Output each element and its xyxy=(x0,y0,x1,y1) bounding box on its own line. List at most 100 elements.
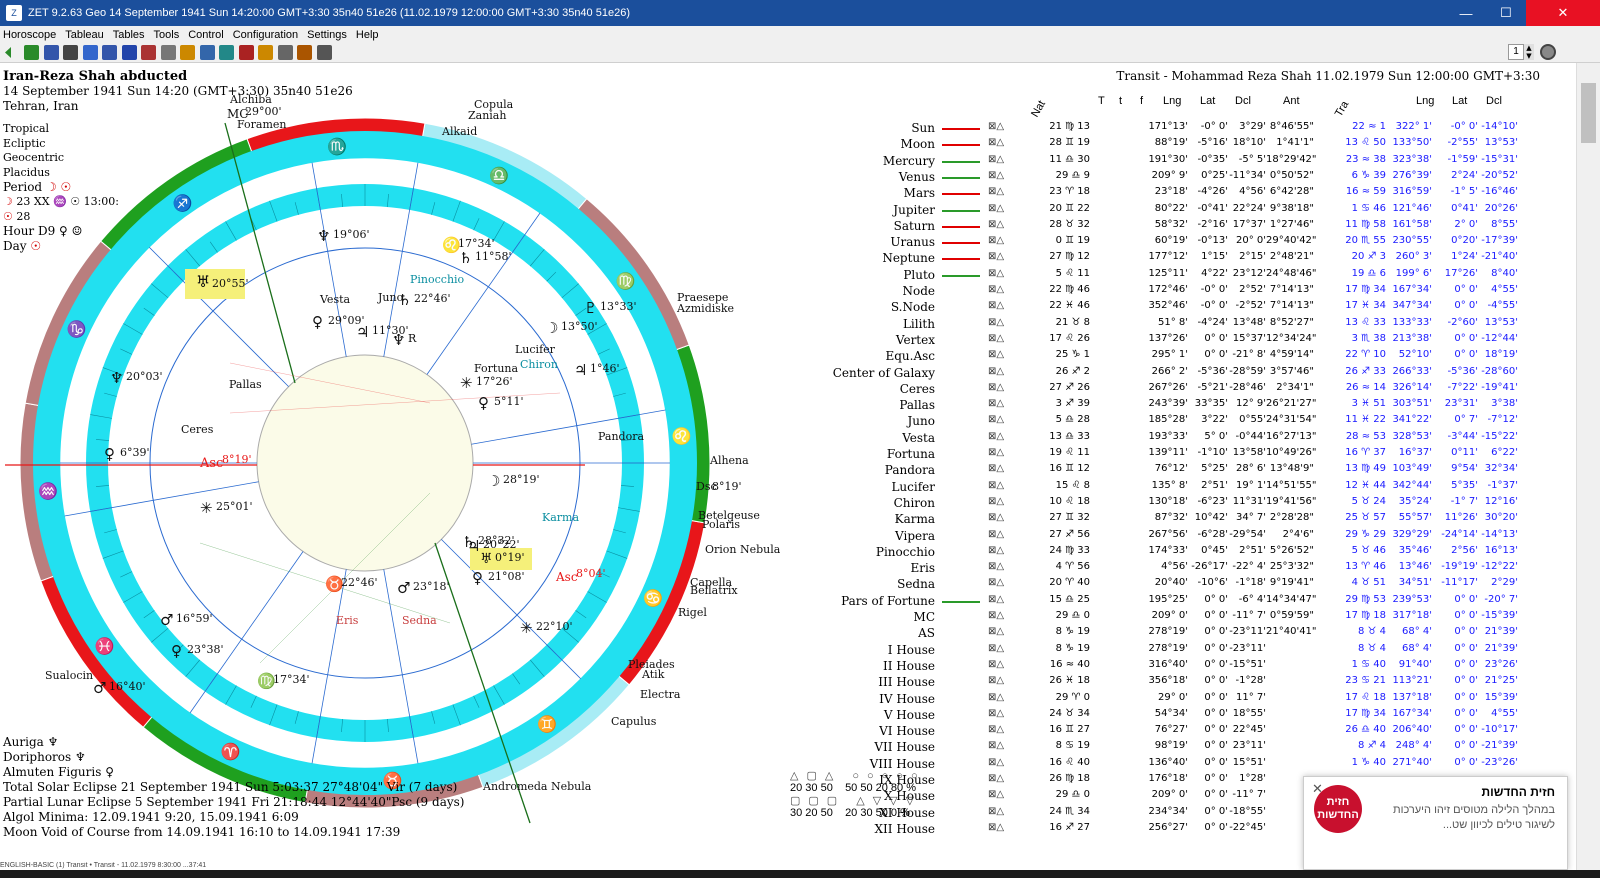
table-row[interactable]: II House ⊠△ 16 ≈ 40 316°40' 0° 0' -15°51' 1 ♋ … xyxy=(0,659,1576,675)
table-row[interactable]: Eris ⊠△ 4 ♈ 56 4°56' -26°17' -22° 4' 25°3'32" 1… xyxy=(0,561,1576,577)
menu-horoscope[interactable]: Horoscope xyxy=(0,29,62,41)
toolbar-button[interactable] xyxy=(316,45,332,60)
menu-help[interactable]: Help xyxy=(353,29,385,41)
point-name: Mars xyxy=(903,186,935,201)
natal-dcl: -0°44' xyxy=(1235,430,1266,442)
table-row[interactable]: Uranus ⊠△ 0 ♊ 19 60°19' -0°13' 20° 0' 29°40'42… xyxy=(0,235,1576,251)
spin-up-icon[interactable]: ▲ xyxy=(1524,44,1534,52)
table-row[interactable]: Ceres ⊠△ 27 ♐ 26 267°26' -5°21' -28°46' 2°34'1… xyxy=(0,382,1576,398)
menu-tableau[interactable]: Tableau xyxy=(62,29,110,41)
natal-position: 28 ♉ 32 xyxy=(1049,218,1090,230)
table-row[interactable]: MC ⊠△ 29 ♎ 0 209° 0' 0° 0' -11° 7' 0°59'59" 17 … xyxy=(0,610,1576,626)
menu-control[interactable]: Control xyxy=(185,29,229,41)
avatar[interactable] xyxy=(1540,44,1556,60)
strength-bar xyxy=(942,209,980,212)
table-row[interactable]: Saturn ⊠△ 28 ♉ 32 58°32' -2°16' 17°37' 1°27'46… xyxy=(0,219,1576,235)
menu-configuration[interactable]: Configuration xyxy=(230,29,304,41)
minimize-button[interactable]: — xyxy=(1446,0,1486,26)
toolbar-button[interactable] xyxy=(63,45,78,60)
scroll-thumb[interactable] xyxy=(1581,83,1596,143)
point-name: Center of Galaxy xyxy=(832,365,935,380)
point-name: Lilith xyxy=(902,316,935,331)
table-row[interactable]: Vesta ⊠△ 13 ♎ 33 193°33' 5° 0' -0°44' 16°27'13… xyxy=(0,431,1576,447)
close-icon[interactable]: ✕ xyxy=(1312,781,1323,797)
natal-position: 5 ♌ 11 xyxy=(1055,267,1090,279)
table-row[interactable]: Equ.Asc ⊠△ 25 ♑ 1 295° 1' 0° 0' -21° 8' 4°59'1… xyxy=(0,349,1576,365)
toolbar-button[interactable] xyxy=(160,45,176,60)
table-row[interactable]: Lilith ⊠△ 21 ♉ 8 51° 8' -4°24' 13°48' 8°52'27"… xyxy=(0,317,1576,333)
transit-dcl: 18°19' xyxy=(1484,349,1518,361)
transit-position: 13 ♈ 46 xyxy=(1345,561,1386,573)
table-row[interactable]: Center of Galaxy ⊠△ 26 ♐ 2 266° 2' -5°36' -28… xyxy=(0,366,1576,382)
toolbar-button[interactable] xyxy=(43,45,59,60)
point-name: V House xyxy=(883,707,935,722)
table-row[interactable]: Pandora ⊠△ 16 ♊ 12 76°12' 5°25' 28° 6' 13°48'9… xyxy=(0,463,1576,479)
transit-dcl: 15°39' xyxy=(1484,691,1518,703)
natal-dcl: -1°28' xyxy=(1235,675,1266,687)
table-row[interactable]: Lucifer ⊠△ 15 ♌ 8 135° 8' 2°51' 19° 1' 14°51'5… xyxy=(0,480,1576,496)
point-name: Moon xyxy=(900,137,935,152)
transit-position: 11 ♓ 22 xyxy=(1345,414,1386,426)
table-row[interactable]: V House ⊠△ 24 ♉ 34 54°34' 0° 0' 18°55' 17 ♍ 34… xyxy=(0,708,1576,724)
table-row[interactable]: III House ⊠△ 26 ♓ 18 356°18' 0° 0' -1°28' 23 ♋… xyxy=(0,675,1576,691)
transit-dcl: 6°22' xyxy=(1491,447,1518,458)
table-row[interactable]: Node ⊠△ 22 ♍ 46 172°46' -0° 0' 2°52' 7°14'13" 1… xyxy=(0,284,1576,300)
table-row[interactable]: Moon ⊠△ 28 ♊ 19 88°19' -5°16' 18°10' 1°41'1" 13… xyxy=(0,137,1576,153)
table-row[interactable]: Fortuna ⊠△ 19 ♌ 11 139°11' -1°10' 13°58' 10°49… xyxy=(0,447,1576,463)
table-row[interactable]: S.Node ⊠△ 22 ♓ 46 352°46' -0° 0' -2°52' 7°14'1… xyxy=(0,300,1576,316)
natal-dcl: -18°55' xyxy=(1229,805,1266,817)
news-notification[interactable]: חזית החדשות חזית החדשות במהלך הלילה מטוס… xyxy=(1303,776,1568,870)
table-row[interactable]: Pluto ⊠△ 5 ♌ 11 125°11' 4°22' 23°12' 24°48'46"… xyxy=(0,268,1576,284)
toolbar-button[interactable] xyxy=(141,45,156,60)
table-row[interactable]: Pinocchio ⊠△ 24 ♍ 33 174°33' 0°45' 2°51' 5°26'… xyxy=(0,545,1576,561)
table-row[interactable]: Pars of Fortune ⊠△ 15 ♎ 25 195°25' 0° 0' -6° … xyxy=(0,594,1576,610)
toolbar-button[interactable] xyxy=(102,45,117,60)
toolbar-button[interactable] xyxy=(82,45,98,60)
toolbar-button[interactable] xyxy=(258,45,273,60)
close-button[interactable]: ✕ xyxy=(1526,0,1600,26)
table-row[interactable]: Venus ⊠△ 29 ♎ 9 209° 9' 0°25' -11°34' 0°50'52"… xyxy=(0,170,1576,186)
menu-settings[interactable]: Settings xyxy=(304,29,353,41)
table-row[interactable]: Vipera ⊠△ 27 ♐ 56 267°56' -6°28' -29°54' 2°4'6… xyxy=(0,529,1576,545)
page-number-field[interactable]: 1 xyxy=(1508,44,1524,60)
table-row[interactable]: Karma ⊠△ 27 ♊ 32 87°32' 10°42' 34° 7' 2°28'28"… xyxy=(0,512,1576,528)
transit-dcl: -21°40' xyxy=(1481,251,1518,263)
menu-tools[interactable]: Tools xyxy=(151,29,186,41)
table-row[interactable]: Juno ⊠△ 5 ♎ 28 185°28' 3°22' 0°55' 24°31'54" 11… xyxy=(0,414,1576,430)
table-row[interactable]: I House ⊠△ 8 ♑ 19 278°19' 0° 0' -23°11' 8 ♉ 46… xyxy=(0,643,1576,659)
table-row[interactable]: Pallas ⊠△ 3 ♐ 39 243°39' 33°35' 12° 9' 26°21'2… xyxy=(0,398,1576,414)
table-row[interactable]: Sun ⊠△ 21 ♍ 13 171°13' -0° 0' 3°29' 8°46'55" 22… xyxy=(0,121,1576,137)
natal-position: 16 ♊ 27 xyxy=(1049,724,1090,736)
toolbar-button[interactable] xyxy=(199,45,215,60)
aspect-icon: ⊠△ xyxy=(988,577,1005,589)
toolbar-button[interactable] xyxy=(297,45,312,60)
toolbar-button[interactable] xyxy=(219,45,234,60)
transit-dcl: -20°52' xyxy=(1481,169,1518,181)
table-row[interactable]: Mercury ⊠△ 11 ♎ 30 191°30' -0°35' -5° 5' 18°29… xyxy=(0,154,1576,170)
toolbar-button[interactable] xyxy=(238,45,254,60)
spin-down-icon[interactable]: ▼ xyxy=(1524,52,1534,60)
natal-dcl: 34° 7' xyxy=(1235,512,1266,524)
table-row[interactable]: AS ⊠△ 8 ♑ 19 278°19' 0° 0' -23°11' 21°40'41" 8 … xyxy=(0,626,1576,642)
table-row[interactable]: Neptune ⊠△ 27 ♍ 12 177°12' 1°15' 2°15' 2°48'21… xyxy=(0,251,1576,267)
toolbar-button[interactable] xyxy=(121,45,137,60)
table-row[interactable]: Sedna ⊠△ 20 ♈ 40 20°40' -10°6' -1°18' 9°19'41"… xyxy=(0,577,1576,593)
toolbar-button[interactable] xyxy=(180,45,195,60)
vertical-scrollbar[interactable] xyxy=(1576,63,1600,870)
menu-tables[interactable]: Tables xyxy=(110,29,151,41)
point-name: Pinocchio xyxy=(875,544,935,559)
point-name: Mercury xyxy=(882,153,935,168)
table-row[interactable]: Mars ⊠△ 23 ♈ 18 23°18' -4°26' 4°56' 6°42'28" 16… xyxy=(0,186,1576,202)
transit-lng: 329°29' xyxy=(1392,528,1432,540)
aspect-icon: ⊠△ xyxy=(988,121,1005,132)
table-row[interactable]: Vertex ⊠△ 17 ♌ 26 137°26' 0° 0' 15°37' 12°34'2… xyxy=(0,333,1576,349)
table-row[interactable]: Chiron ⊠△ 10 ♌ 18 130°18' -6°23' 11°31' 19°41'… xyxy=(0,496,1576,512)
back-arrow-icon[interactable] xyxy=(3,45,13,60)
transit-dcl: 16°13' xyxy=(1484,544,1518,556)
maximize-button[interactable]: ☐ xyxy=(1486,0,1526,26)
toolbar-button[interactable] xyxy=(24,45,39,60)
table-row[interactable]: Jupiter ⊠△ 20 ♊ 22 80°22' -0°41' 22°24' 9°38'1… xyxy=(0,203,1576,219)
toolbar-button[interactable] xyxy=(277,45,293,60)
transit-lng: 161°58' xyxy=(1392,218,1432,230)
table-row[interactable]: IV House ⊠△ 29 ♈ 0 29° 0' 0° 0' 11° 7' 17 ♌ 18… xyxy=(0,692,1576,708)
